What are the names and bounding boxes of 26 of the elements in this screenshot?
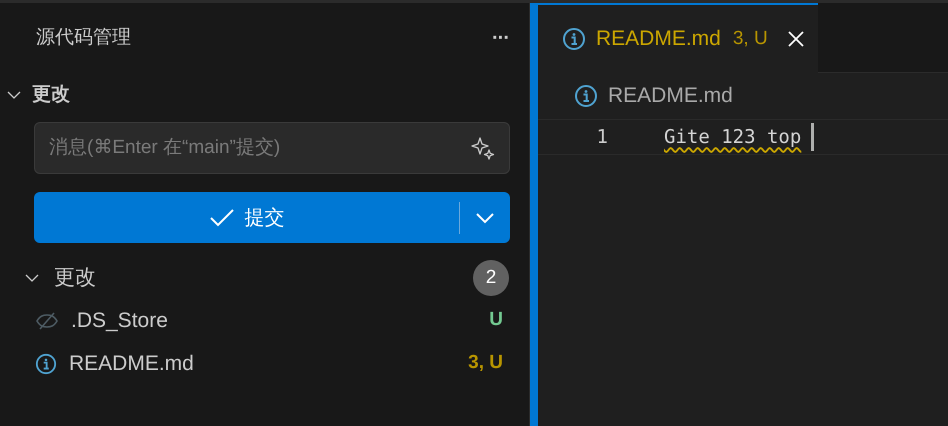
info-icon <box>35 352 57 374</box>
line-number: 1 <box>596 124 608 150</box>
file-item[interactable]: README.md 3, U <box>0 342 529 385</box>
editor-tab[interactable]: README.md 3, U <box>538 3 818 73</box>
panel-title: 源代码管理 <box>36 26 131 50</box>
group-label[interactable]: 更改 <box>54 262 459 294</box>
file-status: U <box>489 308 503 332</box>
file-name: .DS_Store <box>71 308 169 334</box>
eye-slash-icon <box>35 310 59 330</box>
close-icon[interactable] <box>786 29 806 49</box>
commit-message-field[interactable]: 消息(⌘Enter 在“main”提交) <box>34 122 510 174</box>
file-item[interactable]: .DS_Store U <box>0 299 529 342</box>
section-header[interactable]: 更改 <box>32 80 70 110</box>
sparkle-icon[interactable] <box>470 135 496 161</box>
checkmark-icon <box>208 208 234 228</box>
file-name: README.md <box>69 350 195 377</box>
file-status: 3, U <box>468 351 503 376</box>
code-line: Gite 123 top <box>664 124 802 150</box>
more-actions-button[interactable]: ··· <box>492 23 509 53</box>
info-icon <box>574 84 598 108</box>
breadcrumb[interactable]: README.md <box>608 80 733 112</box>
info-icon <box>562 27 586 51</box>
count-badge: 2 <box>473 260 509 296</box>
tab-status: 3, U <box>732 26 768 51</box>
tab-title: README.md <box>596 26 721 52</box>
chevron-down-icon <box>475 212 495 224</box>
